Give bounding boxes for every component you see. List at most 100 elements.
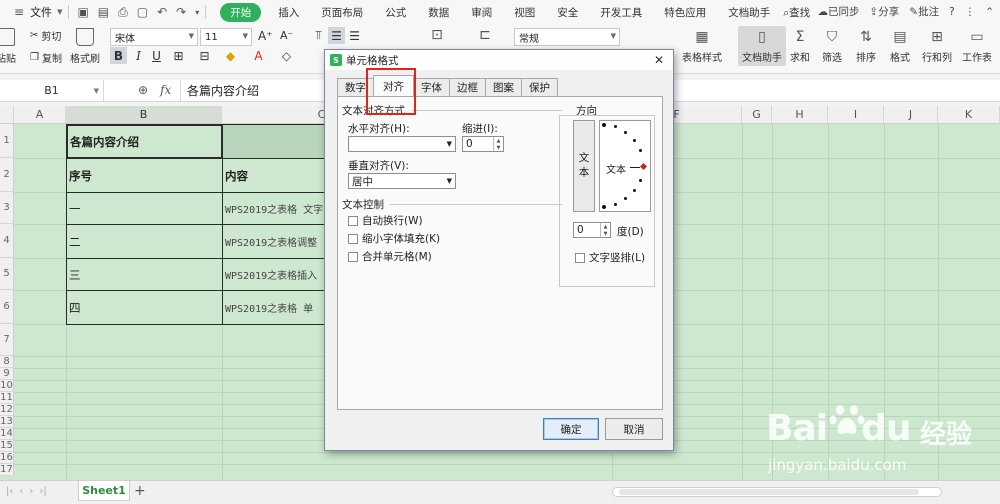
tab-insert[interactable]: 插入 <box>267 2 310 23</box>
degree-stepper[interactable]: 0 ▲ ▼ <box>573 222 611 238</box>
collapse-icon[interactable]: ⌃ <box>985 6 994 18</box>
help-button[interactable]: ? <box>949 6 955 18</box>
scrollbar-thumb[interactable] <box>619 489 919 495</box>
row-header-11[interactable]: 11 <box>0 392 14 404</box>
cut-button[interactable]: ✂ 剪切 <box>30 28 61 43</box>
tab-review[interactable]: 审阅 <box>460 2 503 23</box>
row-header-2[interactable]: 2 <box>0 158 14 192</box>
cancel-button[interactable]: 取消 <box>605 418 663 440</box>
tab-border[interactable]: 边框 <box>449 78 486 96</box>
row-header-6[interactable]: 6 <box>0 290 14 324</box>
share-button[interactable]: ⇪分享 <box>869 4 899 19</box>
undo-icon[interactable]: ↶ <box>157 5 167 19</box>
tab-page-layout[interactable]: 页面布局 <box>310 2 374 23</box>
rowcol-button[interactable]: ⊞ 行和列 <box>922 28 952 64</box>
row-header-13[interactable]: 13 <box>0 416 14 428</box>
dial-handle[interactable] <box>639 162 648 171</box>
fx-icon[interactable]: fx <box>160 83 171 97</box>
shrink-to-fit-checkbox[interactable]: 缩小字体填充(K) <box>348 231 440 246</box>
decrease-font-icon[interactable]: A⁻ <box>280 29 293 42</box>
column-header-j[interactable]: J <box>884 106 938 124</box>
row-header-4[interactable]: 4 <box>0 224 14 258</box>
spin-arrows-icon[interactable]: ▲ ▼ <box>493 137 503 151</box>
row-header-10[interactable]: 10 <box>0 380 14 392</box>
clear-format-icon[interactable]: ◇ <box>278 47 295 64</box>
print-icon[interactable]: ⎙ <box>118 5 128 20</box>
align-bottom-icon[interactable]: ☰ <box>346 27 363 44</box>
sum-button[interactable]: Σ 求和 <box>790 28 810 64</box>
font-size-select[interactable]: 11 ▼ <box>200 28 252 46</box>
tab-view[interactable]: 视图 <box>503 2 546 23</box>
worksheet-button[interactable]: ▭ 工作表 <box>962 28 992 64</box>
horizontal-align-select[interactable]: ▼ <box>348 136 456 152</box>
prev-sheet-icon[interactable]: ‹ <box>19 486 23 497</box>
cell-b3[interactable]: 一 <box>66 192 223 225</box>
increase-font-icon[interactable]: A⁺ <box>258 29 273 43</box>
tab-features[interactable]: 特色应用 <box>653 2 717 23</box>
close-button[interactable]: ✕ <box>649 52 669 68</box>
cell-b6[interactable]: 四 <box>66 290 223 325</box>
cell-b4[interactable]: 二 <box>66 224 223 259</box>
vertical-align-select[interactable]: 居中 ▼ <box>348 173 456 189</box>
customize-icon[interactable]: ▾ <box>195 8 199 17</box>
align-middle-icon[interactable]: ☰ <box>328 27 345 44</box>
name-box[interactable]: B1 ▼ <box>0 80 104 101</box>
row-header-14[interactable]: 14 <box>0 428 14 440</box>
select-all-corner[interactable] <box>0 106 14 124</box>
row-header-3[interactable]: 3 <box>0 192 14 224</box>
row-header-5[interactable]: 5 <box>0 258 14 290</box>
tab-security[interactable]: 安全 <box>546 2 589 23</box>
copy-button[interactable]: ❐ 复制 <box>30 50 62 65</box>
open-icon[interactable]: ▤ <box>98 5 109 19</box>
border-icon[interactable]: ⊞ <box>170 47 187 64</box>
more-icon[interactable]: ⋮ <box>965 6 976 18</box>
row-header-8[interactable]: 8 <box>0 356 14 368</box>
search-button[interactable]: ⌕查找 <box>781 2 821 23</box>
horizontal-scrollbar[interactable] <box>612 487 942 497</box>
underline-button[interactable]: U <box>148 47 165 64</box>
ok-button[interactable]: 确定 <box>543 418 599 440</box>
tab-protection[interactable]: 保护 <box>521 78 558 96</box>
row-header-16[interactable]: 16 <box>0 452 14 464</box>
row-header-7[interactable]: 7 <box>0 324 14 356</box>
font-name-select[interactable]: 宋体 ▼ <box>110 28 198 46</box>
format-painter-button[interactable]: 格式刷 <box>70 28 100 65</box>
save-icon[interactable]: ▣ <box>77 5 88 19</box>
align-top-icon[interactable]: ⫪ <box>310 27 327 44</box>
column-header-g[interactable]: G <box>742 106 772 124</box>
wrap-large-icon[interactable]: ⊏ <box>476 26 494 47</box>
tab-home[interactable]: 开始 <box>220 2 262 22</box>
row-header-17[interactable]: 17 <box>0 464 14 476</box>
row-header-15[interactable]: 15 <box>0 440 14 452</box>
file-menu[interactable]: ≡ 文件 ▼ <box>14 4 62 20</box>
column-header-a[interactable]: A <box>14 106 66 124</box>
comment-button[interactable]: ✎批注 <box>909 4 939 19</box>
spin-arrows-icon[interactable]: ▲ ▼ <box>600 223 610 237</box>
cell-b5[interactable]: 三 <box>66 258 223 291</box>
merge-cells-checkbox[interactable]: 合并单元格(M) <box>348 249 432 264</box>
redo-icon[interactable]: ↷ <box>176 5 186 19</box>
sync-button[interactable]: ☁已同步 <box>817 4 859 19</box>
print-preview-icon[interactable]: ▢ <box>137 5 148 19</box>
first-sheet-icon[interactable]: |‹ <box>6 486 13 497</box>
tab-pattern[interactable]: 图案 <box>485 78 522 96</box>
tab-doc-assistant[interactable]: 文档助手 <box>717 2 781 23</box>
doc-assistant-button[interactable]: ▯ 文档助手 <box>738 26 786 66</box>
orientation-dial[interactable]: 文本 <box>599 120 651 212</box>
column-header-i[interactable]: I <box>828 106 884 124</box>
row-header-12[interactable]: 12 <box>0 404 14 416</box>
merge-icon[interactable]: ⊟ <box>196 47 213 64</box>
row-header-1[interactable]: 1 <box>0 124 14 158</box>
align-center-large-icon[interactable]: ⊡ <box>428 26 446 47</box>
cell-b2[interactable]: 序号 <box>66 158 223 193</box>
format-button[interactable]: ▤ 格式 <box>890 28 910 64</box>
font-color-icon[interactable]: A <box>250 47 267 64</box>
zoom-icon[interactable]: ⊕ <box>138 83 148 97</box>
sort-button[interactable]: ⇅ 排序 <box>856 28 876 64</box>
row-header-9[interactable]: 9 <box>0 368 14 380</box>
vertical-text-button[interactable]: 文本 <box>573 120 595 212</box>
wrap-text-checkbox[interactable]: 自动换行(W) <box>348 213 423 228</box>
last-sheet-icon[interactable]: ›| <box>39 486 46 497</box>
italic-button[interactable]: I <box>130 47 147 64</box>
cell-b1[interactable]: 各篇内容介绍 <box>66 124 223 159</box>
